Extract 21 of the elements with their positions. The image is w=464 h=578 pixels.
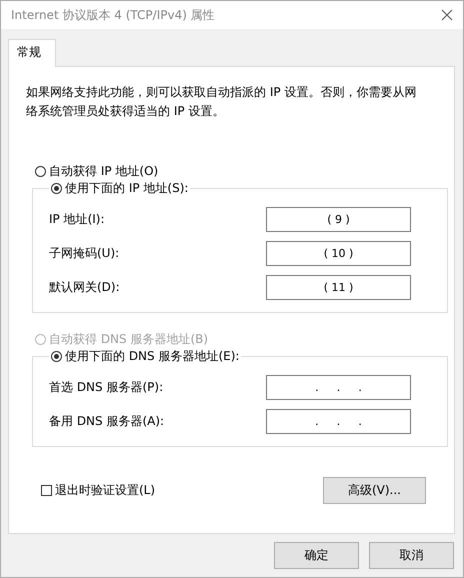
ip-address-field[interactable]: ( 10 ): [266, 241, 411, 266]
field-label: IP 地址(I):: [49, 211, 105, 228]
validate-checkbox[interactable]: 退出时验证设置(L): [41, 482, 156, 499]
radio-option[interactable]: 使用下面的 IP 地址(S):: [49, 180, 190, 197]
dialog-button[interactable]: 取消: [369, 542, 454, 569]
close-icon[interactable]: [441, 9, 453, 21]
window-title: Internet 协议版本 4 (TCP/IPv4) 属性: [11, 6, 215, 24]
radio-option[interactable]: 自动获得 IP 地址(O): [33, 163, 160, 180]
advanced-button[interactable]: 高级(V)...: [323, 477, 426, 504]
field-label: 默认网关(D):: [49, 279, 120, 296]
field-label: 子网掩码(U):: [49, 245, 120, 262]
radio-option[interactable]: 使用下面的 DNS 服务器地址(E):: [49, 348, 242, 365]
ip-address-field[interactable]: . . .: [266, 375, 411, 400]
ip-address-field[interactable]: . . .: [266, 409, 411, 434]
description-text: 如果网络支持此功能，则可以获取自动指派的 IP 设置。否则，你需要从网络系统管理员处获得适当的 IP 设置。: [26, 84, 418, 120]
ip-address-field[interactable]: ( 11 ): [266, 275, 411, 300]
field-label: 首选 DNS 服务器(P):: [49, 379, 164, 396]
field-label: 备用 DNS 服务器(A):: [49, 413, 164, 430]
tab[interactable]: 常规: [8, 39, 56, 67]
dialog-button[interactable]: 确定: [274, 542, 359, 569]
ip-address-field[interactable]: ( 9 ): [266, 207, 411, 232]
